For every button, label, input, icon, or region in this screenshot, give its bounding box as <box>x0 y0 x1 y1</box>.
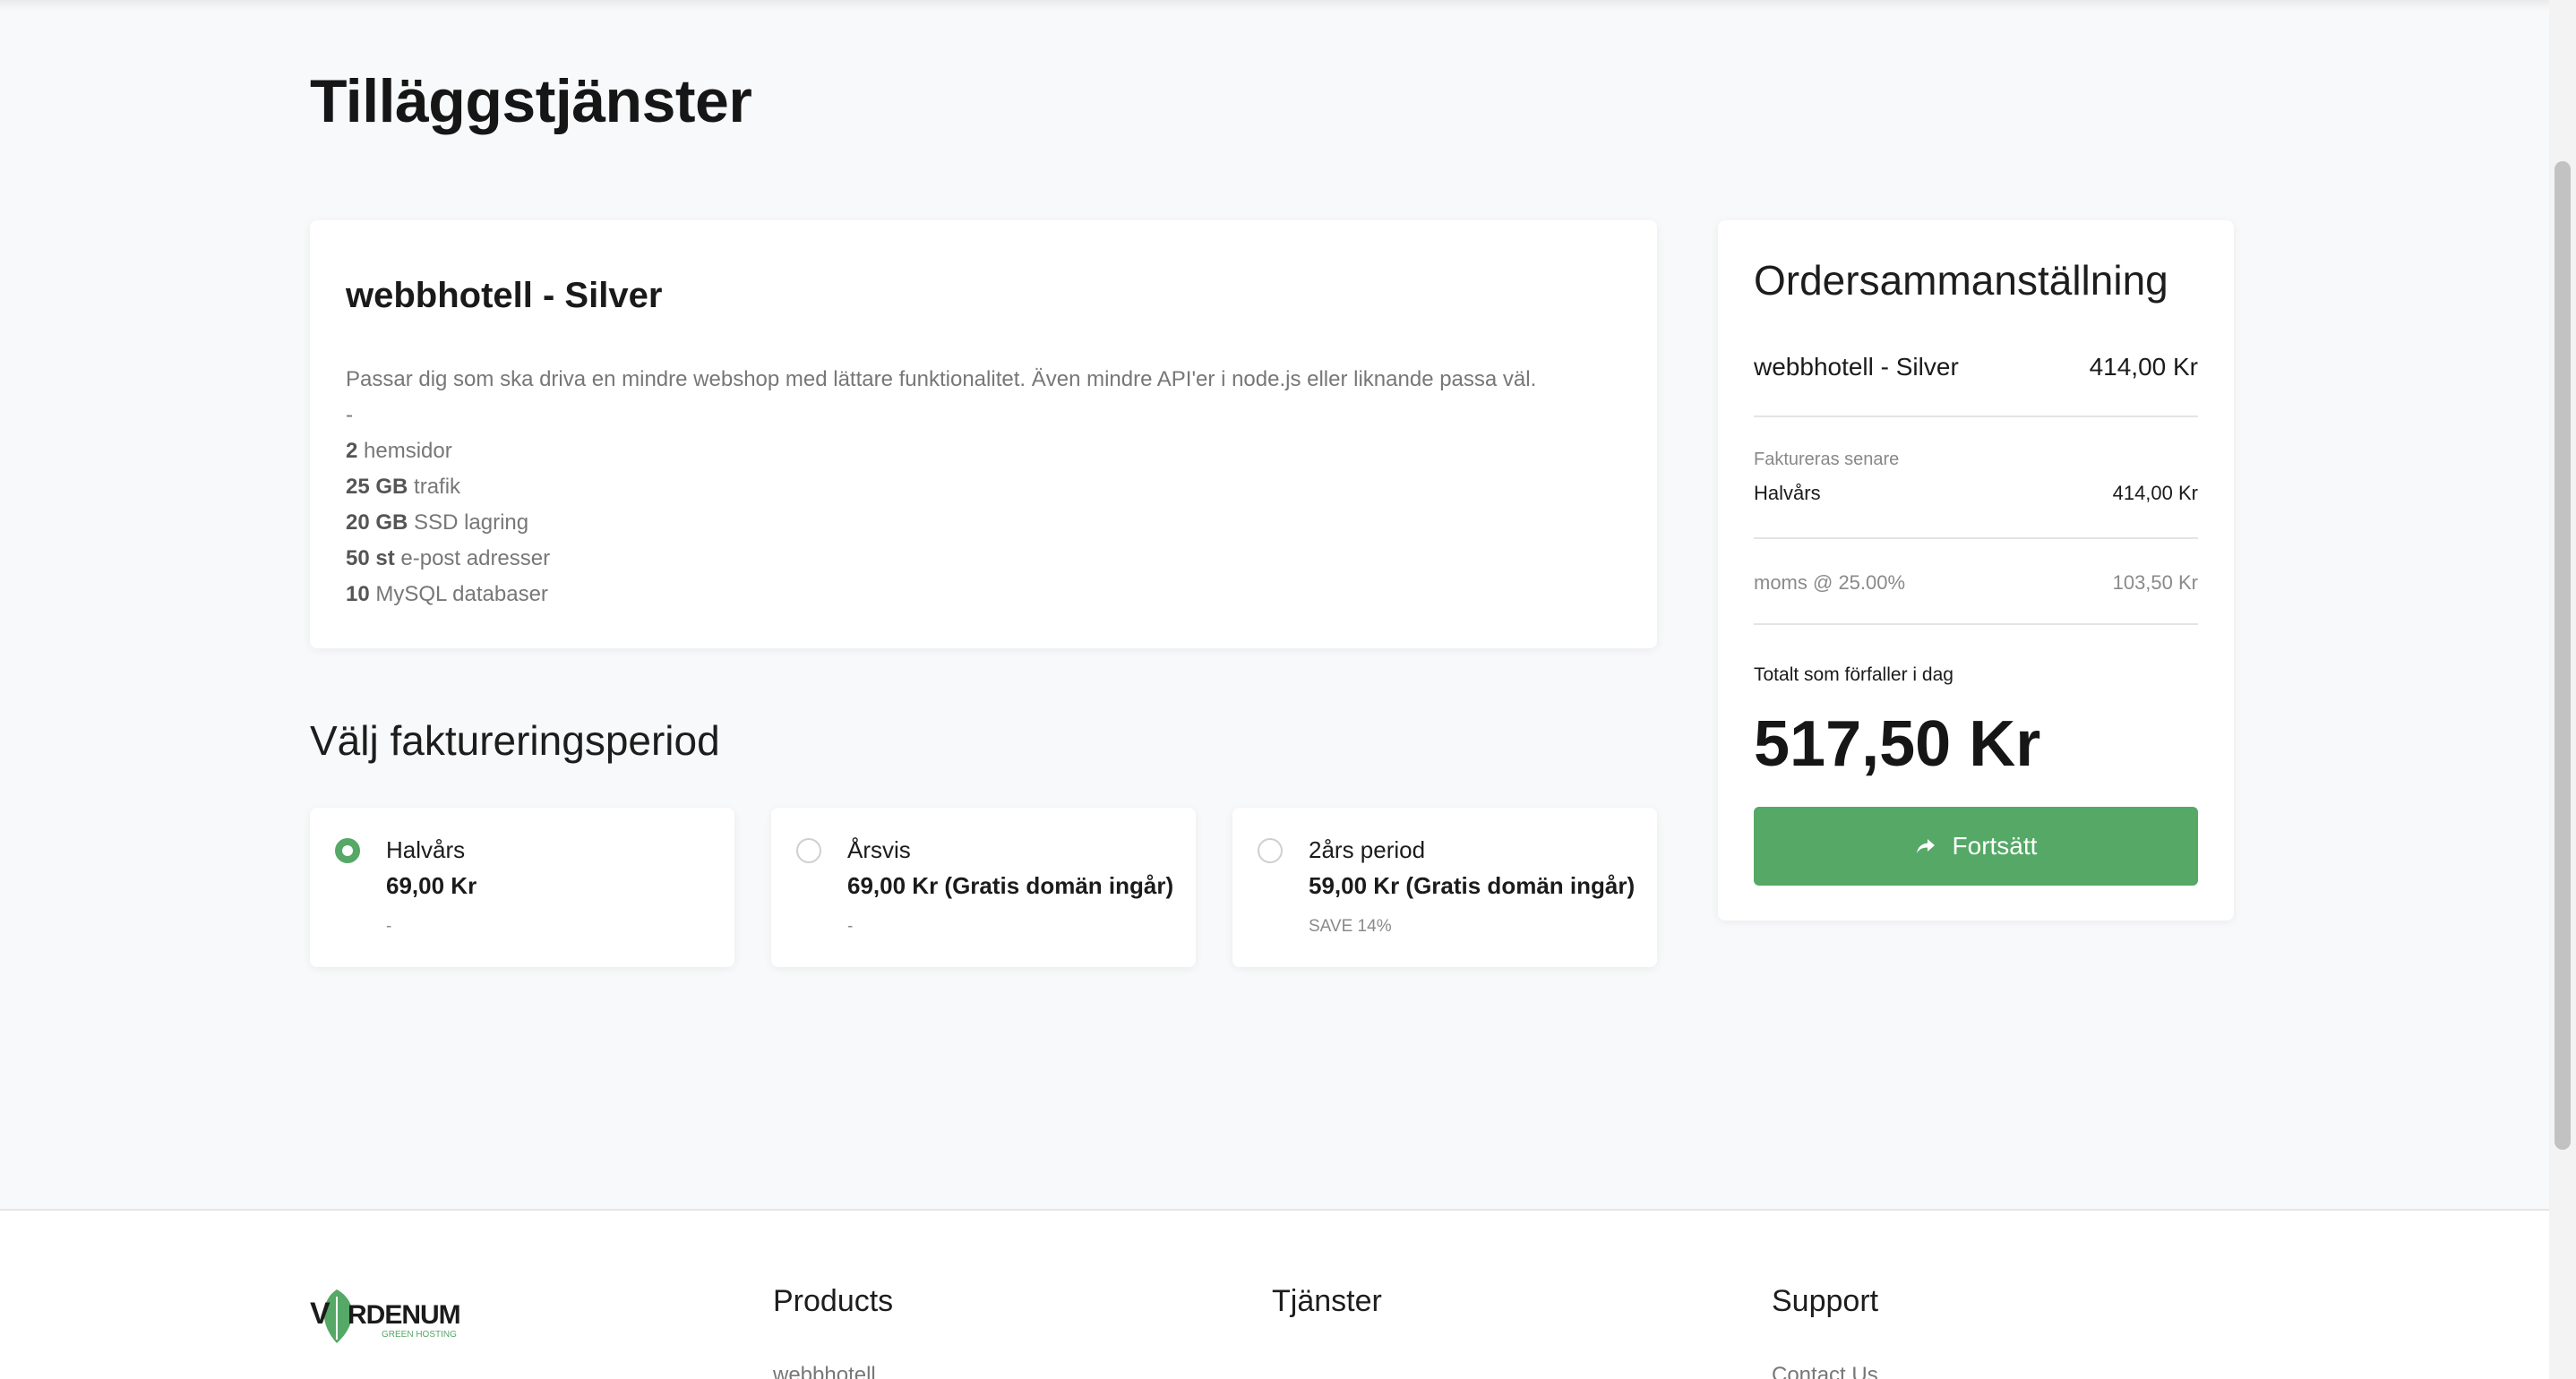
continue-button[interactable]: Fortsätt <box>1754 807 2198 886</box>
summary-billing-price: 414,00 Kr <box>2112 482 2198 504</box>
billed-later-label: Faktureras senare <box>1754 450 1900 469</box>
feature-label: hemsidor <box>364 439 452 463</box>
billing-option-note: - <box>847 917 854 936</box>
summary-billing-period: Halvårs <box>1754 482 1821 504</box>
summary-product-row: webbhotell - Silver 414,00 Kr <box>1754 353 2198 381</box>
product-name: webbhotell - Silver <box>346 276 663 315</box>
footer: V RDENUM GREEN HOSTING Products webbhote… <box>0 1209 2549 1379</box>
summary-product-price: 414,00 Kr <box>2089 353 2198 381</box>
total-due-label: Totalt som förfaller i dag <box>1754 664 1953 685</box>
order-summary: Ordersammanställning webbhotell - Silver… <box>1718 220 2234 921</box>
main-content: Tilläggstjänster webbhotell - Silver Pas… <box>0 0 2549 1209</box>
feature-item: 2 hemsidor <box>346 433 1618 469</box>
feature-value: 2 <box>346 439 358 463</box>
billing-option-name: Årsvis <box>847 836 911 863</box>
feature-value: 10 <box>346 582 370 606</box>
order-summary-title: Ordersammanställning <box>1754 257 2168 304</box>
summary-tax-label: moms @ 25.00% <box>1754 571 1906 594</box>
billing-option-price: 69,00 Kr (Gratis domän ingår) <box>847 872 1174 899</box>
product-description: Passar dig som ska driva en mindre websh… <box>346 362 1618 612</box>
summary-product-name: webbhotell - Silver <box>1754 353 1959 381</box>
divider <box>1754 415 2198 417</box>
billing-option-2ars[interactable]: 2års period 59,00 Kr (Gratis domän ingår… <box>1232 808 1657 967</box>
feature-value: 25 GB <box>346 475 408 499</box>
billing-option-note: - <box>386 917 392 936</box>
summary-tax-row: moms @ 25.00% 103,50 Kr <box>1754 571 2198 595</box>
product-card: webbhotell - Silver Passar dig som ska d… <box>310 220 1657 648</box>
feature-item: 10 MySQL databaser <box>346 577 1618 612</box>
radio-button-selected[interactable] <box>335 838 360 863</box>
feature-value: 20 GB <box>346 510 408 535</box>
feature-item: 50 st e-post adresser <box>346 541 1618 577</box>
verdenum-logo[interactable]: V RDENUM GREEN HOSTING <box>310 1284 475 1349</box>
summary-billing-row: Halvårs 414,00 Kr <box>1754 482 2198 505</box>
radio-button[interactable] <box>1258 838 1283 863</box>
billing-option-name: Halvårs <box>386 836 466 863</box>
total-due-amount: 517,50 Kr <box>1754 708 2041 780</box>
radio-button[interactable] <box>796 838 821 863</box>
svg-text:V: V <box>310 1297 331 1331</box>
footer-title-products: Products <box>773 1284 894 1318</box>
svg-text:GREEN HOSTING: GREEN HOSTING <box>382 1330 457 1340</box>
billing-option-note: SAVE 14% <box>1309 917 1392 936</box>
footer-title-support: Support <box>1772 1284 1879 1318</box>
share-arrow-icon <box>1915 835 1936 857</box>
billing-option-halvars[interactable]: Halvårs 69,00 Kr - <box>310 808 734 967</box>
billing-option-arsvis[interactable]: Årsvis 69,00 Kr (Gratis domän ingår) - <box>771 808 1196 967</box>
continue-button-label: Fortsätt <box>1952 832 2038 860</box>
header-shadow <box>0 0 2549 11</box>
billing-option-price: 69,00 Kr <box>386 872 477 899</box>
summary-tax-amount: 103,50 Kr <box>2112 571 2198 594</box>
feature-value: 50 st <box>346 546 395 570</box>
feature-item: 25 GB trafik <box>346 469 1618 505</box>
footer-link-contact-us[interactable]: Contact Us <box>1772 1363 1878 1379</box>
divider <box>1754 623 2198 625</box>
page-title: Tilläggstjänster <box>310 67 752 135</box>
product-description-text: Passar dig som ska driva en mindre websh… <box>346 367 1537 391</box>
billing-option-price: 59,00 Kr (Gratis domän ingår) <box>1309 872 1636 899</box>
footer-title-tjanster: Tjänster <box>1272 1284 1382 1318</box>
feature-label: e-post adresser <box>400 546 551 570</box>
page: Tilläggstjänster webbhotell - Silver Pas… <box>0 0 2576 1379</box>
footer-link-webbhotell[interactable]: webbhotell <box>773 1363 876 1379</box>
divider <box>1754 537 2198 539</box>
feature-label: SSD lagring <box>414 510 529 535</box>
feature-item: 20 GB SSD lagring <box>346 505 1618 541</box>
feature-label: trafik <box>414 475 461 499</box>
scrollbar-thumb[interactable] <box>2555 161 2571 1150</box>
product-description-separator: - <box>346 403 353 427</box>
billing-period-title: Välj faktureringsperiod <box>310 717 720 764</box>
svg-text:RDENUM: RDENUM <box>348 1300 460 1330</box>
scrollbar[interactable] <box>2549 0 2576 1379</box>
billing-option-name: 2års period <box>1309 836 1426 863</box>
feature-label: MySQL databaser <box>375 582 548 606</box>
